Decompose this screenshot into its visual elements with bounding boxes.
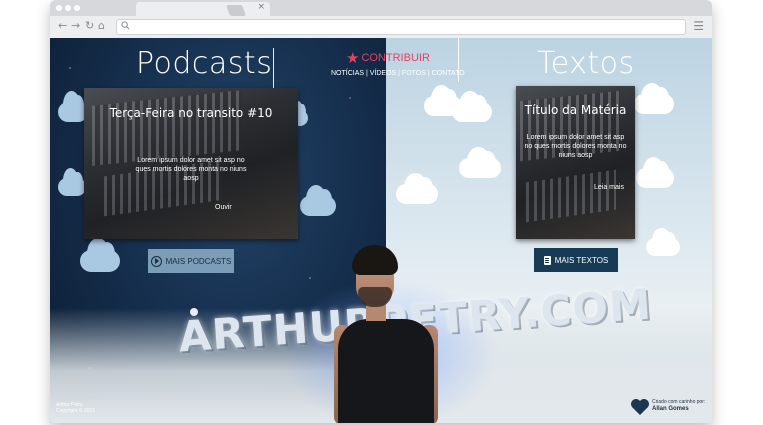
heart-icon (631, 399, 649, 415)
browser-window: × ← → ↻ ⌂ ☰ Podcasts ★ CONTRIBUIR NOTÍCI… (50, 0, 712, 423)
top-nav-links[interactable]: NOTÍCIAS | VÍDEOS | FOTOS | CONTATO (331, 70, 465, 77)
listen-link[interactable]: Ouvir (215, 204, 232, 211)
tab-close-icon[interactable]: × (257, 2, 265, 12)
more-podcasts-label: MAIS PODCASTS (165, 256, 232, 266)
podcast-card-body: Lorem ipsum dolor amet sit asp no ques m… (135, 157, 247, 182)
window-maximize-dot[interactable] (74, 5, 80, 11)
document-icon (543, 255, 551, 265)
more-texts-label: MAIS TEXTOS (554, 255, 609, 265)
browser-toolbar: ← → ↻ ⌂ ☰ (50, 16, 712, 38)
cloud-decoration (636, 157, 674, 188)
tab-bar: × (50, 0, 712, 16)
search-icon (121, 21, 130, 30)
footer-copyright: Arthur Petry Copyright © 2016 (56, 402, 95, 414)
cloud-decoration (80, 237, 120, 272)
menu-icon[interactable]: ☰ (693, 19, 704, 33)
mixer-panel (526, 169, 616, 223)
footer-copyright-text: Copyright © 2016 (56, 408, 95, 414)
address-bar[interactable] (116, 19, 686, 35)
podcast-card-title: Terça-Feira no transito #10 (109, 106, 273, 120)
shirt (338, 319, 434, 423)
text-card-title: Título da Matéria (524, 103, 627, 117)
texts-title: Textos (537, 46, 635, 81)
text-card-body: Lorem ipsum dolor amet sit asp no ques m… (524, 134, 627, 159)
text-card[interactable]: Título da Matéria Lorem ipsum dolor amet… (516, 86, 635, 239)
cloud-decoration (58, 168, 86, 196)
forward-icon[interactable]: → (71, 19, 80, 33)
read-more-link[interactable]: Leia mais (594, 184, 624, 191)
more-podcasts-button[interactable]: MAIS PODCASTS (148, 249, 234, 273)
window-minimize-dot[interactable] (65, 5, 71, 11)
more-texts-button[interactable]: MAIS TEXTOS (534, 248, 618, 272)
profile-photo (334, 243, 438, 423)
back-icon[interactable]: ← (58, 19, 67, 33)
mixer-panel (92, 90, 242, 166)
footer-credit-author[interactable]: Allan Gomes (652, 406, 689, 412)
play-icon (150, 255, 162, 267)
divider-left (273, 48, 274, 88)
hair (352, 245, 398, 275)
beard (358, 287, 392, 307)
cloud-decoration (459, 147, 501, 178)
podcast-card[interactable]: Terça-Feira no transito #10 Lorem ipsum … (84, 88, 298, 239)
home-icon[interactable]: ⌂ (98, 19, 105, 33)
podcasts-title: Podcasts (136, 46, 273, 81)
cloud-decoration (452, 91, 492, 122)
browser-tab[interactable]: × (136, 2, 270, 16)
cloud-decoration (646, 228, 680, 256)
star-icon: ★ (346, 50, 360, 67)
cloud-decoration (634, 83, 674, 114)
reload-icon[interactable]: ↻ (85, 19, 94, 33)
window-close-dot[interactable] (56, 5, 62, 11)
footer-credit-label: Criado com carinho por: (652, 399, 706, 405)
contribute-label: CONTRIBUIR (361, 52, 430, 64)
footer-credits: Criado com carinho por: Allan Gomes (652, 399, 705, 413)
cloud-decoration (300, 185, 336, 216)
webpage: Podcasts ★ CONTRIBUIR NOTÍCIAS | VÍDEOS |… (50, 38, 712, 423)
cloud-decoration (396, 173, 438, 204)
contribute-link[interactable]: ★ CONTRIBUIR (346, 49, 430, 67)
